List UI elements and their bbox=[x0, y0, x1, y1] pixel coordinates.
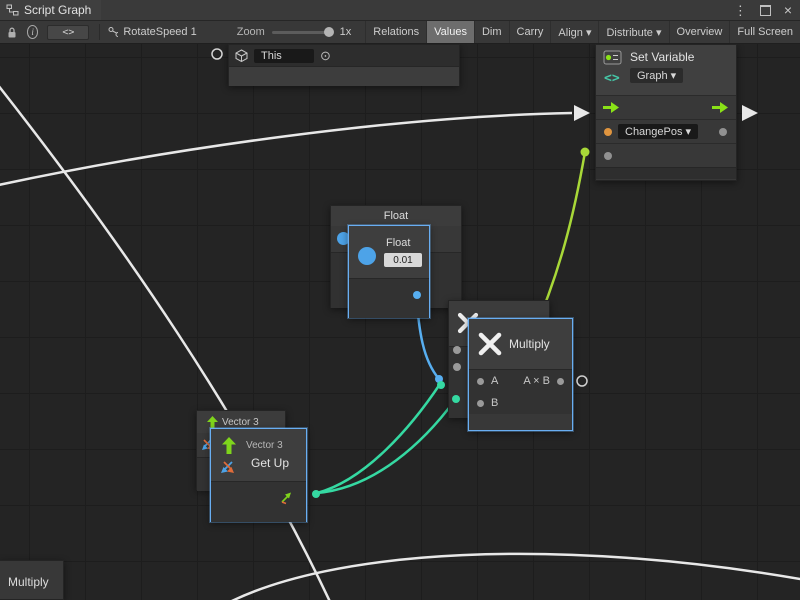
variable-scope-dropdown[interactable]: Graph ▾ bbox=[630, 68, 683, 83]
node-this[interactable]: This ⊙ bbox=[228, 44, 460, 86]
svg-text:<>: <> bbox=[604, 71, 620, 86]
unity-visual-scripting-window: Script Graph ⋮ × i <> RotateSpeed 1 Zoom… bbox=[0, 0, 800, 600]
wire-flow-bottom bbox=[222, 554, 800, 600]
variable-output-port[interactable] bbox=[719, 128, 727, 136]
getup-output-port bbox=[312, 490, 320, 498]
node-footer bbox=[596, 167, 736, 179]
node-get-up[interactable]: Vector 3 Get Up bbox=[210, 428, 307, 522]
float-type-icon bbox=[358, 247, 376, 265]
object-picker-icon[interactable]: ⊙ bbox=[320, 49, 331, 62]
toolbar-button-align[interactable]: Align ▾ bbox=[550, 21, 598, 43]
breadcrumb-graph-name[interactable]: RotateSpeed 1 bbox=[123, 26, 196, 38]
float-value-field[interactable]: 0.01 bbox=[384, 253, 422, 267]
this-object-field[interactable]: This bbox=[254, 49, 314, 63]
blue-wire-endpoint bbox=[435, 375, 443, 383]
zoom-value: 1x bbox=[340, 26, 352, 38]
graph-toolbar: i <> RotateSpeed 1 Zoom 1x Relations Val… bbox=[0, 21, 800, 44]
teal-wire-endpoint-a bbox=[437, 381, 445, 389]
wire-arrowhead-outgoing bbox=[742, 105, 758, 121]
vector3-axes-icon bbox=[219, 458, 236, 475]
node-title: Float bbox=[331, 206, 461, 226]
toolbar-button-carry[interactable]: Carry bbox=[509, 21, 551, 43]
wire-arrowhead-into-setvariable bbox=[574, 105, 590, 121]
node-float[interactable]: Float 0.01 bbox=[348, 225, 430, 318]
flow-output-arrow-icon[interactable] bbox=[712, 101, 729, 114]
toolbar-separator bbox=[99, 24, 100, 40]
node-type-label: Vector 3 bbox=[222, 417, 259, 428]
port-row-b: B bbox=[469, 392, 572, 414]
tab-script-graph[interactable]: Script Graph bbox=[0, 0, 101, 20]
variable-name-dropdown[interactable]: ChangePos ▾ bbox=[618, 124, 698, 139]
input-port-b[interactable] bbox=[477, 400, 484, 407]
edit-source-button[interactable]: <> bbox=[47, 25, 89, 40]
wire-getup-to-multiply-a bbox=[317, 384, 440, 493]
toolbar-button-fullscreen[interactable]: Full Screen bbox=[729, 21, 800, 43]
multiply-icon bbox=[478, 332, 502, 356]
script-graph-icon bbox=[6, 4, 19, 16]
value-row bbox=[596, 143, 736, 167]
tab-label: Script Graph bbox=[24, 3, 91, 17]
input-port-a[interactable] bbox=[477, 378, 484, 385]
multiply-result-port-outline bbox=[577, 376, 587, 386]
float-output-port[interactable] bbox=[413, 291, 421, 299]
node-type-label: Vector 3 bbox=[246, 440, 283, 451]
node-this-body bbox=[229, 66, 459, 86]
graph-canvas[interactable]: This ⊙ <> Set Variable Graph ▾ bbox=[0, 44, 800, 600]
flow-row bbox=[596, 95, 736, 119]
port-a-label: A bbox=[491, 375, 498, 387]
lock-icon[interactable] bbox=[6, 26, 18, 39]
wire-flow-diagonal bbox=[0, 80, 332, 600]
title-bar: Script Graph ⋮ × bbox=[0, 0, 800, 21]
toolbar-button-values[interactable]: Values bbox=[426, 21, 474, 43]
node-title: Set Variable bbox=[630, 50, 694, 64]
node-title: Float bbox=[386, 237, 410, 249]
toolbar-button-relations[interactable]: Relations bbox=[365, 21, 426, 43]
wire-flow-top bbox=[0, 113, 572, 186]
info-icon[interactable]: i bbox=[27, 25, 38, 39]
value-input-port[interactable] bbox=[604, 152, 612, 160]
close-icon[interactable]: × bbox=[784, 3, 792, 17]
vector3-up-icon bbox=[222, 437, 236, 454]
maximize-icon[interactable] bbox=[760, 5, 771, 16]
variable-name-port[interactable] bbox=[604, 128, 612, 136]
wire-getup-to-multiply-b bbox=[317, 400, 455, 493]
toolbar-button-dim[interactable]: Dim bbox=[474, 21, 509, 43]
flow-input-arrow-icon[interactable] bbox=[603, 101, 620, 114]
vector3-up-icon bbox=[207, 416, 218, 429]
zoom-slider-handle[interactable] bbox=[324, 27, 334, 37]
node-title: Multiply bbox=[509, 337, 550, 351]
zoom-slider[interactable] bbox=[272, 31, 333, 34]
toolbar-button-overview[interactable]: Overview bbox=[669, 21, 730, 43]
node-title: Get Up bbox=[251, 456, 289, 470]
variable-row: ChangePos ▾ bbox=[596, 119, 736, 143]
graph-asset-icon bbox=[108, 26, 118, 38]
port-row-a: A A × B bbox=[469, 370, 572, 392]
vector3-output-icon bbox=[279, 491, 293, 505]
window-menu-icon[interactable]: ⋮ bbox=[734, 4, 747, 17]
zoom-label: Zoom bbox=[237, 26, 265, 38]
toolbar-button-distribute[interactable]: Distribute ▾ bbox=[598, 21, 668, 43]
lime-wire-endpoint bbox=[581, 148, 590, 157]
this-input-port bbox=[212, 49, 222, 59]
node-multiply-corner[interactable]: Multiply bbox=[0, 560, 64, 600]
node-set-variable[interactable]: <> Set Variable Graph ▾ bbox=[595, 44, 737, 181]
set-variable-icon: <> bbox=[602, 49, 626, 87]
output-port-result[interactable] bbox=[557, 378, 564, 385]
node-title: Multiply bbox=[8, 575, 49, 589]
cube-icon bbox=[235, 49, 248, 62]
result-label: A × B bbox=[523, 375, 550, 387]
port-b-label: B bbox=[491, 397, 498, 409]
node-multiply[interactable]: Multiply A A × B B bbox=[468, 318, 573, 431]
